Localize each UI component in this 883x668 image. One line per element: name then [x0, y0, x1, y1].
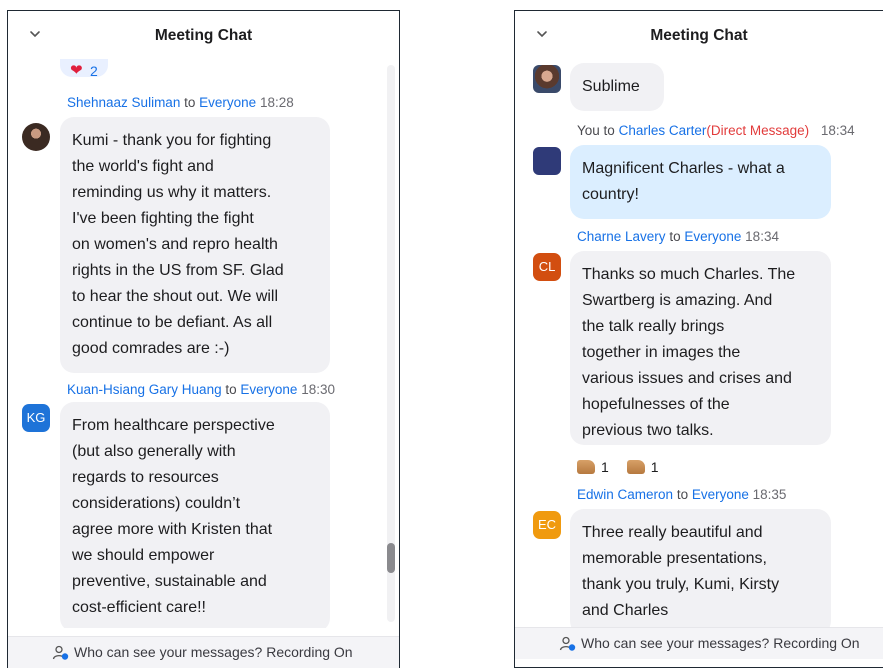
message-bubble[interactable]: From healthcare perspective (but also ge… — [60, 402, 330, 628]
sender-name[interactable]: Edwin Cameron — [577, 487, 673, 502]
avatar[interactable]: KG — [22, 404, 50, 432]
message-line: and Charles — [582, 602, 669, 619]
reactions[interactable]: 1 1 — [577, 459, 672, 475]
message-time: 18:34 — [820, 123, 855, 138]
to-label: to — [225, 382, 237, 397]
user-visibility-icon — [559, 636, 576, 651]
message-line: continue to be defiant. As all — [72, 314, 273, 331]
avatar[interactable]: CL — [533, 253, 561, 281]
message-line: preventive, sustainable and — [72, 573, 267, 590]
privacy-notice[interactable]: Who can see your messages? Recording On — [581, 635, 860, 651]
recipient-name[interactable]: Everyone — [684, 229, 741, 244]
avatar[interactable] — [22, 123, 50, 151]
scrollbar-thumb[interactable] — [387, 543, 395, 573]
message-line: From healthcare perspective — [72, 417, 275, 434]
message-sender-line: Shehnaaz Suliman to Everyone 18:28 — [67, 95, 294, 110]
chat-header: Meeting Chat — [515, 11, 883, 59]
sender-name: You — [577, 123, 600, 138]
chat-header: Meeting Chat — [8, 11, 399, 59]
sender-name[interactable]: Shehnaaz Suliman — [67, 95, 180, 110]
message-line: the talk really brings — [582, 318, 725, 335]
message-line: to hear the shout out. We will — [72, 288, 279, 305]
message-sender-line: Kuan-Hsiang Gary Huang to Everyone 18:30 — [67, 382, 335, 397]
message-line: Three really beautiful and — [582, 524, 763, 541]
meeting-chat-panel-left: Meeting Chat ❤ 2 Shehnaaz Suliman to Eve… — [7, 10, 400, 668]
chat-footer: Who can see your messages? Recording On — [515, 627, 883, 659]
message-line: hopefulnesses of the — [582, 396, 730, 413]
thumbs-up-icon — [577, 460, 595, 474]
recipient-name[interactable]: Everyone — [199, 95, 256, 110]
avatar[interactable]: EC — [533, 511, 561, 539]
thumbs-up-icon — [626, 460, 645, 474]
message-line: (but also generally with — [72, 443, 236, 460]
reaction-count: 1 — [601, 459, 609, 475]
message-time: 18:28 — [259, 95, 294, 110]
message-line: Sublime — [582, 78, 640, 95]
message-bubble[interactable]: Magnificent Charles - what a country! — [570, 145, 831, 219]
message-line: regards to resources — [72, 469, 219, 486]
message-time: 18:34 — [745, 229, 779, 244]
reaction-count: 1 — [650, 459, 659, 475]
message-sender-line: Charne Lavery to Everyone 18:34 — [577, 229, 779, 244]
to-label: to — [603, 123, 615, 138]
reaction-count: 2 — [90, 63, 98, 79]
message-line: cost-efficient care!! — [72, 599, 206, 616]
message-bubble[interactable]: Thanks so much Charles. The Swartberg is… — [570, 251, 831, 445]
sender-name[interactable]: Charne Lavery — [577, 229, 666, 244]
message-line: together in images the — [582, 344, 741, 361]
message-list[interactable]: Sublime You to Charles Carter(Direct Mes… — [515, 59, 883, 627]
message-line: country! — [582, 186, 639, 203]
recipient-name[interactable]: Everyone — [240, 382, 297, 397]
message-line: Thanks so much Charles. The — [582, 266, 796, 283]
message-line: previous two talks. — [582, 422, 714, 439]
message-line: reminding us why it matters. — [72, 184, 272, 201]
message-line: Magnificent Charles - what a — [582, 160, 785, 177]
message-list[interactable]: ❤ 2 Shehnaaz Suliman to Everyone 18:28 K… — [8, 59, 399, 628]
message-line: thank you truly, Kumi, Kirsty — [582, 576, 780, 593]
message-line: Kumi - thank you for fighting — [72, 132, 272, 149]
message-line: on women's and repro health — [72, 236, 278, 253]
meeting-chat-panel-right: Meeting Chat Sublime You to Charles Cart… — [514, 10, 883, 668]
message-bubble[interactable]: Three really beautiful and memorable pre… — [570, 509, 831, 627]
message-line: memorable presentations, — [582, 550, 767, 567]
message-time: 18:30 — [301, 382, 335, 397]
message-line: I've been fighting the fight — [72, 210, 254, 227]
message-bubble[interactable]: Kumi - thank you for fighting the world'… — [60, 117, 330, 373]
direct-message-label: (Direct Message) — [706, 123, 810, 138]
chat-footer: Who can see your messages? Recording On — [8, 636, 399, 668]
to-label: to — [184, 95, 196, 110]
message-line: Swartberg is amazing. And — [582, 292, 773, 309]
to-label: to — [669, 229, 681, 244]
message-sender-line: You to Charles Carter(Direct Message) 18… — [577, 123, 855, 138]
chat-title: Meeting Chat — [154, 27, 253, 44]
chat-title: Meeting Chat — [650, 27, 748, 44]
user-visibility-icon — [52, 645, 69, 660]
to-label: to — [676, 487, 689, 502]
heart-icon: ❤ — [70, 62, 83, 79]
message-line: the world's fight and — [72, 158, 214, 175]
message-line: various issues and crises and — [582, 370, 792, 387]
message-sender-line: Edwin Cameron to Everyone 18:35 — [577, 487, 786, 502]
sender-name[interactable]: Kuan-Hsiang Gary Huang — [67, 382, 222, 397]
avatar[interactable] — [533, 147, 561, 175]
message-line: considerations) couldn’t — [72, 495, 241, 512]
message-time: 18:35 — [752, 487, 787, 502]
recipient-name[interactable]: Charles Carter — [619, 123, 707, 138]
avatar[interactable] — [533, 65, 561, 93]
message-bubble[interactable]: Sublime — [570, 63, 664, 111]
message-line: we should empower — [72, 547, 215, 564]
message-line: rights in the US from SF. Glad — [72, 262, 284, 279]
privacy-notice[interactable]: Who can see your messages? Recording On — [74, 644, 353, 660]
message-line: agree more with Kristen that — [72, 521, 273, 538]
message-line: good comrades are :-) — [72, 340, 230, 357]
recipient-name[interactable]: Everyone — [692, 487, 749, 502]
scrollbar[interactable] — [387, 65, 395, 622]
